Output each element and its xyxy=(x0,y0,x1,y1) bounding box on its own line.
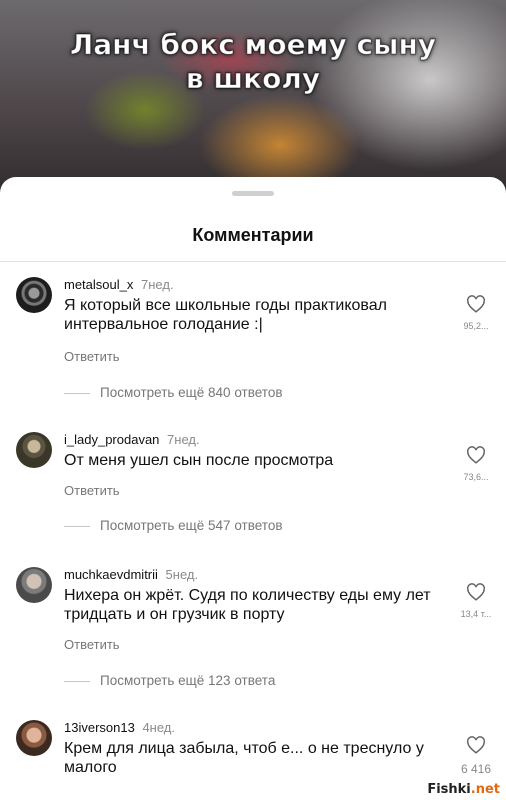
comment-username[interactable]: metalsoul_x xyxy=(64,277,133,292)
replies-line xyxy=(64,392,90,394)
avatar[interactable] xyxy=(16,567,52,603)
comment-meta: i_lady_prodavan 7нед. xyxy=(64,432,200,447)
like-count: 6 416 xyxy=(460,762,492,776)
like-button[interactable]: 95,2... xyxy=(460,295,492,331)
comment-username[interactable]: i_lady_prodavan xyxy=(64,432,159,447)
like-button[interactable]: 13,4 т... xyxy=(460,583,492,619)
like-count: 73,6... xyxy=(463,472,489,482)
video-caption: Ланч бокс моему сыну в школу xyxy=(0,28,506,96)
view-more-replies-label: Посмотреть ещё 123 ответа xyxy=(100,673,276,688)
comment-text: Нихера он жрёт. Судя по количеству еды е… xyxy=(64,587,431,623)
comment-meta: metalsoul_x 7нед. xyxy=(64,277,174,292)
avatar[interactable] xyxy=(16,720,52,756)
sheet-drag-handle[interactable] xyxy=(232,191,274,196)
replies-line xyxy=(64,525,90,527)
heart-icon xyxy=(467,736,485,754)
replies-line xyxy=(64,680,90,682)
comment-username[interactable]: 13iverson13 xyxy=(64,720,135,735)
like-count: 95,2... xyxy=(463,321,489,331)
avatar[interactable] xyxy=(16,432,52,468)
comment-meta: 13iverson13 4нед. xyxy=(64,720,175,735)
view-more-replies[interactable]: Посмотреть ещё 547 ответов xyxy=(64,518,283,533)
avatar[interactable] xyxy=(16,277,52,313)
view-more-replies[interactable]: Посмотреть ещё 840 ответов xyxy=(64,385,283,400)
comment-text: Я который все школьные годы практиковал … xyxy=(64,297,387,333)
heart-icon xyxy=(467,295,485,313)
heart-icon xyxy=(467,583,485,601)
heart-icon xyxy=(467,446,485,464)
view-more-replies-label: Посмотреть ещё 840 ответов xyxy=(100,385,283,400)
view-more-replies-label: Посмотреть ещё 547 ответов xyxy=(100,518,283,533)
like-count: 13,4 т... xyxy=(460,609,492,619)
watermark-text: Fishki xyxy=(427,782,471,797)
site-watermark: Fishki.net xyxy=(425,782,502,797)
comment-time: 7нед. xyxy=(167,432,200,447)
view-more-replies[interactable]: Посмотреть ещё 123 ответа xyxy=(64,673,275,688)
comment-username[interactable]: muchkaevdmitrii xyxy=(64,567,158,582)
video-caption-line2: в школу xyxy=(185,62,321,96)
header-divider xyxy=(0,261,506,262)
comment-meta: muchkaevdmitrii 5нед. xyxy=(64,567,198,582)
comment-text: От меня ушел сын после просмотра xyxy=(64,452,334,469)
like-button[interactable]: 73,6... xyxy=(460,446,492,482)
comment-time: 4нед. xyxy=(142,720,176,735)
watermark-suffix: .net xyxy=(470,782,500,797)
video-caption-line1: Ланч бокс моему сыну xyxy=(69,28,437,62)
sheet-title: Комментарии xyxy=(192,225,314,245)
reply-button[interactable]: Ответить xyxy=(64,483,120,498)
comment-time: 7нед. xyxy=(141,277,174,292)
comment-text: Крем для лица забыла, чтоб е... о не тре… xyxy=(64,740,424,776)
comments-sheet: Комментарии metalsoul_x 7нед. Я который … xyxy=(0,177,506,800)
reply-button[interactable]: Ответить xyxy=(64,637,120,652)
comment-time: 5нед. xyxy=(165,567,199,582)
like-button[interactable]: 6 416 xyxy=(460,736,492,776)
reply-button[interactable]: Ответить xyxy=(64,349,120,364)
